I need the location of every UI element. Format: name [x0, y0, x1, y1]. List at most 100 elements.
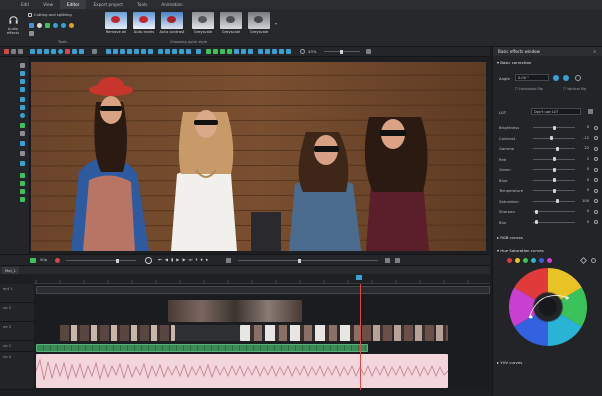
slider-track[interactable]: [533, 146, 575, 151]
menu-item-view[interactable]: View: [36, 0, 60, 9]
fit-view-icon[interactable]: [366, 49, 371, 54]
slider-track[interactable]: [533, 157, 575, 161]
slider-value[interactable]: 2: [579, 157, 589, 161]
zoom-slider[interactable]: [324, 49, 360, 54]
slider-knob[interactable]: [534, 220, 538, 224]
track-label[interactable]: ne 4: [0, 352, 34, 390]
image-tool-icon[interactable]: [20, 87, 25, 92]
slider-value[interactable]: 0: [579, 125, 589, 129]
color-swatch[interactable]: [531, 258, 536, 263]
type-tool-icon[interactable]: [20, 131, 25, 136]
stretch-icon[interactable]: [248, 49, 253, 54]
track-label[interactable]: ne 1: [0, 341, 34, 352]
slider-knob[interactable]: [534, 209, 538, 214]
reset-icon[interactable]: [594, 125, 598, 130]
shape-tool-icon[interactable]: [20, 79, 25, 84]
layer-down-icon[interactable]: [179, 49, 184, 54]
align-icon[interactable]: [92, 49, 97, 54]
color-swatch[interactable]: [539, 258, 544, 263]
slider-track[interactable]: [533, 136, 575, 140]
settings-icon[interactable]: [395, 258, 400, 263]
slider-track[interactable]: [533, 178, 575, 182]
layer-up-icon[interactable]: [172, 49, 177, 54]
style-remove-all[interactable]: Remove all: [103, 12, 129, 39]
slider-track[interactable]: [533, 199, 575, 203]
delete-icon[interactable]: [65, 49, 70, 54]
slider-knob[interactable]: [552, 178, 556, 182]
rotate-right-icon[interactable]: [563, 75, 569, 81]
reset-angle-icon[interactable]: [575, 75, 581, 81]
reset-icon[interactable]: [594, 199, 598, 203]
move-right-icon[interactable]: [227, 49, 232, 54]
align-middle-icon[interactable]: [134, 49, 139, 54]
text-tool-icon[interactable]: [20, 71, 25, 76]
speed-icon[interactable]: [61, 23, 66, 28]
snap-icon[interactable]: [196, 49, 201, 54]
align-top-icon[interactable]: [127, 49, 132, 54]
photo-strip-clip[interactable]: [36, 344, 368, 352]
ungroup-icon[interactable]: [165, 49, 170, 54]
color-swatch[interactable]: [547, 258, 552, 263]
hand-icon[interactable]: [37, 49, 42, 54]
color-swatch[interactable]: [515, 258, 520, 263]
reset-icon[interactable]: [594, 188, 598, 193]
track-label[interactable]: ne 2: [0, 303, 34, 322]
grid-icon[interactable]: [186, 49, 191, 54]
video-clip-overlay[interactable]: [168, 300, 302, 322]
effect-tool-icon[interactable]: [20, 173, 25, 178]
slider-value[interactable]: 0: [579, 188, 589, 192]
lock-icon[interactable]: [286, 49, 291, 54]
slider-value[interactable]: 0: [579, 220, 589, 224]
slider-knob[interactable]: [550, 136, 554, 140]
slider-knob[interactable]: [556, 146, 560, 151]
scale-icon[interactable]: [279, 49, 284, 54]
subtitle-tool-icon[interactable]: [20, 161, 25, 166]
rotate-icon[interactable]: [37, 23, 42, 28]
copy-icon[interactable]: [72, 49, 77, 54]
audio-effects-button[interactable]: Audio effects: [4, 14, 22, 42]
style-greyscale-3[interactable]: Greyscale: [246, 12, 272, 39]
reset-icon[interactable]: [594, 220, 598, 224]
menu-item-export-project[interactable]: Export project: [86, 0, 130, 9]
fullscreen-icon[interactable]: [385, 258, 390, 263]
timeline-ruler[interactable]: [34, 274, 490, 284]
zoom-value[interactable]: 43%: [308, 49, 316, 54]
slider-track[interactable]: [533, 188, 575, 193]
reset-icon[interactable]: [594, 178, 598, 182]
stabilize-icon[interactable]: [53, 23, 58, 28]
slider-knob[interactable]: [552, 167, 556, 172]
crop-tool-icon[interactable]: [51, 49, 56, 54]
line-tool-icon[interactable]: [20, 97, 25, 102]
move-up-icon[interactable]: [206, 49, 211, 54]
slider-knob[interactable]: [555, 199, 559, 203]
fit-icon[interactable]: [234, 49, 239, 54]
close-icon[interactable]: ✕: [593, 49, 596, 54]
slider-knob[interactable]: [553, 157, 557, 161]
playhead[interactable]: [360, 284, 361, 390]
slider-value[interactable]: 22: [579, 146, 589, 150]
color-icon[interactable]: [45, 23, 50, 28]
video-clip-c[interactable]: [362, 325, 448, 341]
eyedropper-icon[interactable]: [579, 256, 588, 265]
undo-icon[interactable]: [11, 49, 16, 54]
move-left-icon[interactable]: [220, 49, 225, 54]
menu-item-editor[interactable]: Editor: [60, 0, 87, 9]
zoom-icon[interactable]: [300, 49, 305, 54]
crop-icon[interactable]: [29, 23, 34, 28]
reverse-icon[interactable]: [69, 23, 74, 28]
slider-knob[interactable]: [552, 125, 556, 130]
select-icon[interactable]: [30, 49, 35, 54]
hue-wheel[interactable]: [508, 268, 588, 346]
reset-icon[interactable]: [594, 167, 598, 172]
flip-vertical-checkbox[interactable]: ☐ Vertical flip: [563, 87, 586, 91]
menu-item-animation[interactable]: Animation: [154, 0, 189, 9]
fill-icon[interactable]: [241, 49, 246, 54]
style-greyscale-1[interactable]: Greyscale: [190, 12, 216, 39]
track-label[interactable]: ent 1: [0, 284, 34, 303]
rect-tool-icon[interactable]: [20, 105, 25, 110]
loop-icon[interactable]: [145, 257, 152, 264]
audio-tool-icon[interactable]: [20, 197, 25, 202]
video-preview[interactable]: [31, 62, 486, 251]
slider-value[interactable]: -12: [579, 136, 589, 140]
mirror-icon[interactable]: [265, 49, 270, 54]
